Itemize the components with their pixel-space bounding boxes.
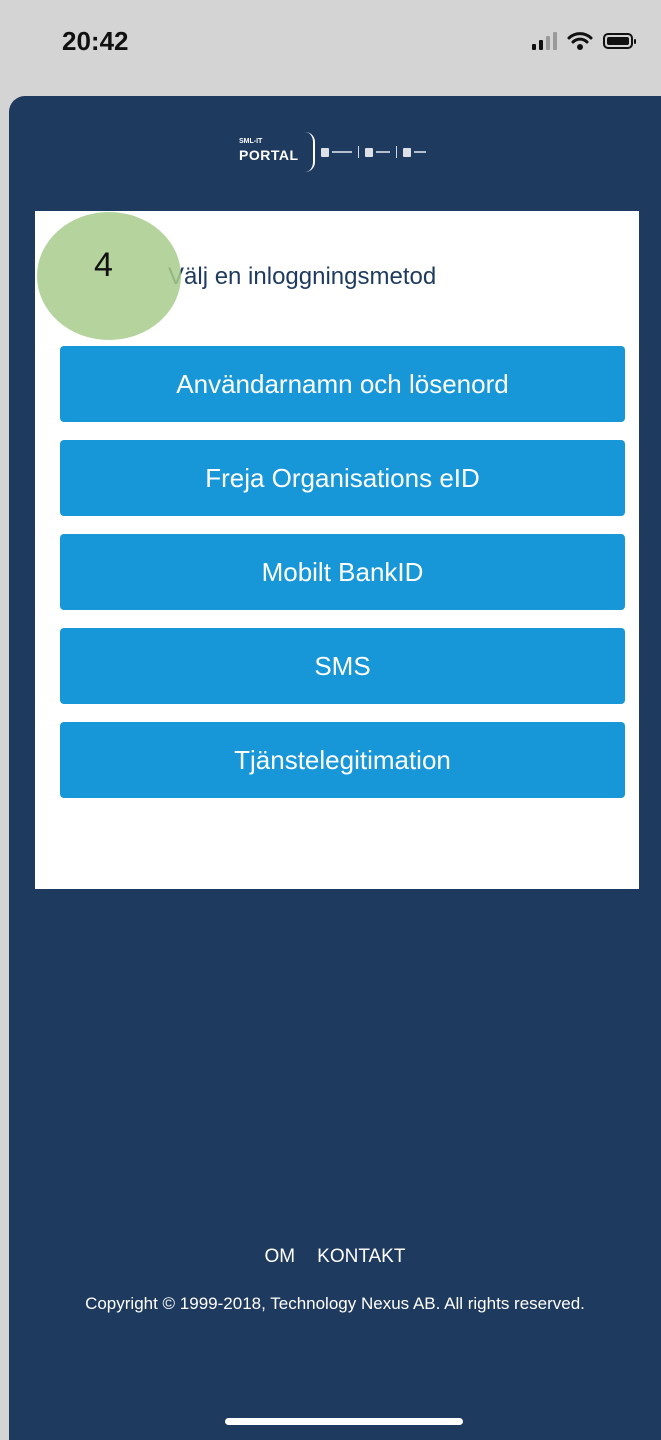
- partner-logo-icon: [320, 147, 352, 157]
- username-password-button[interactable]: Användarnamn och lösenord: [60, 346, 625, 422]
- card-title: Välj en inloggningsmetod: [168, 263, 437, 290]
- step-badge: 4: [37, 212, 181, 340]
- logo-divider: [357, 146, 359, 158]
- partner-logo-icon: [402, 147, 426, 157]
- freja-eid-button[interactable]: Freja Organisations eID: [60, 440, 625, 516]
- wifi-icon: [567, 32, 593, 50]
- partner-logo-icon: [364, 147, 390, 157]
- service-id-button[interactable]: Tjänstelegitimation: [60, 722, 625, 798]
- logo-sub: SML-IT: [239, 138, 263, 145]
- about-link[interactable]: OM: [265, 1246, 296, 1268]
- logo-bracket-icon: [305, 132, 315, 172]
- battery-icon: [603, 33, 636, 49]
- status-bar: 20:42: [0, 0, 661, 95]
- sms-button[interactable]: SMS: [60, 628, 625, 704]
- contact-link[interactable]: KONTAKT: [317, 1246, 405, 1268]
- signal-icon: [532, 32, 557, 50]
- status-time: 20:42: [62, 26, 129, 56]
- logo-main: PORTAL: [239, 147, 299, 163]
- footer-links: OM KONTAKT: [9, 1246, 661, 1268]
- home-indicator[interactable]: [225, 1418, 463, 1425]
- portal-logo: SML-IT PORTAL: [239, 132, 426, 172]
- login-card: Välj en inloggningsmetod 4 Användarnamn …: [35, 211, 639, 889]
- app-screen: SML-IT PORTAL Välj en inloggningsmetod 4…: [9, 96, 661, 1440]
- mobile-bankid-button[interactable]: Mobilt BankID: [60, 534, 625, 610]
- step-number: 4: [94, 246, 113, 284]
- status-icons: [532, 30, 636, 52]
- copyright-text: Copyright © 1999-2018, Technology Nexus …: [85, 1294, 585, 1313]
- logo-divider: [395, 146, 397, 158]
